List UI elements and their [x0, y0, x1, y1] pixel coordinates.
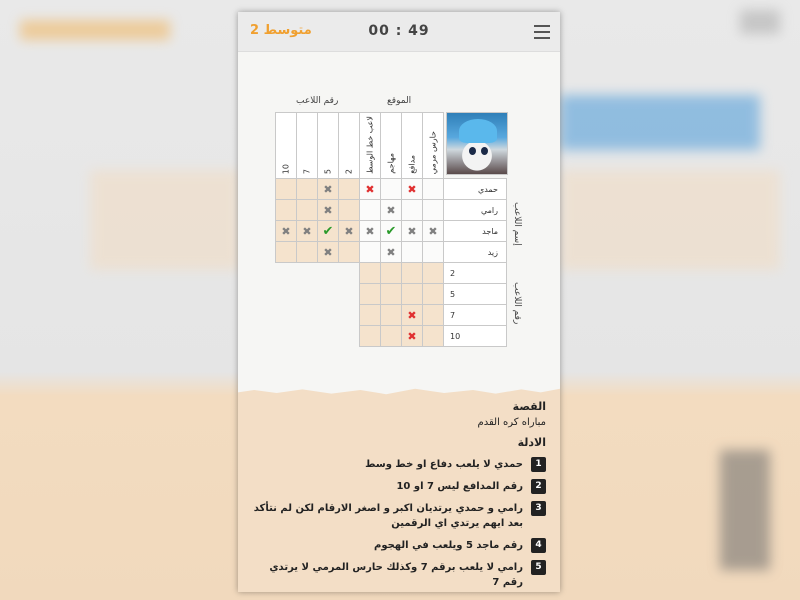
- grid-cell[interactable]: [275, 199, 297, 221]
- row-label: حمدي: [443, 178, 507, 200]
- background-blur: [20, 20, 170, 40]
- grid-cell[interactable]: ✖: [380, 241, 402, 263]
- grid-cell[interactable]: [422, 325, 444, 347]
- background-blur: [90, 170, 240, 270]
- grid-cell[interactable]: [380, 325, 402, 347]
- grid-cell[interactable]: [422, 304, 444, 326]
- numbers-group-label: رقم اللاعب: [512, 282, 522, 325]
- grid-cell[interactable]: [296, 199, 318, 221]
- column-header: 5: [317, 112, 339, 179]
- row-label: رامي: [443, 199, 507, 221]
- grid-cell[interactable]: [359, 325, 381, 347]
- grid-cell[interactable]: ✖: [422, 220, 444, 242]
- grid-cell[interactable]: [380, 304, 402, 326]
- grid-cell[interactable]: ✖: [317, 241, 339, 263]
- timer: 00 : 49: [368, 23, 430, 39]
- clue-text: رامي لا يلعب برقم 7 وكذلك حارس المرمي لا…: [269, 562, 523, 588]
- grid-cell[interactable]: [401, 262, 423, 284]
- row-label: 7: [443, 304, 507, 326]
- grid-cell[interactable]: ✖: [317, 199, 339, 221]
- row-label: 10: [443, 325, 507, 347]
- grid-cell[interactable]: ✔: [380, 220, 402, 242]
- grid-cell[interactable]: [359, 241, 381, 263]
- grid-cell[interactable]: [359, 283, 381, 305]
- column-header: 2: [338, 112, 360, 179]
- clue-text: حمدي لا يلعب دفاع او خط وسط: [365, 459, 523, 470]
- clue-number: 2: [531, 479, 546, 494]
- grid-cell[interactable]: [380, 262, 402, 284]
- grid-cell[interactable]: ✖: [401, 178, 423, 200]
- clue-item: 4 رقم ماجد 5 ويلعب في الهجوم: [250, 538, 546, 553]
- story-panel: القصة مباراه كره القدم الادلة 1 حمدي لا …: [238, 388, 560, 592]
- background-blur: [560, 95, 760, 150]
- grid-cell[interactable]: [359, 262, 381, 284]
- grid-cell[interactable]: [401, 199, 423, 221]
- column-header: حارس مرمي: [422, 112, 444, 179]
- row-label: 2: [443, 262, 507, 284]
- column-header: لاعب خط الوسط: [359, 112, 381, 179]
- grid-cell[interactable]: ✖: [401, 325, 423, 347]
- top-bar: متوسط 2 00 : 49: [238, 12, 560, 52]
- clue-item: 2 رقم المدافع ليس 7 او 10: [250, 479, 546, 494]
- row-label: زيد: [443, 241, 507, 263]
- row-label: ماجد: [443, 220, 507, 242]
- clues-heading: الادلة: [517, 436, 546, 449]
- grid-cell[interactable]: ✔: [317, 220, 339, 242]
- names-group-label: إسم اللاعب: [512, 202, 522, 246]
- column-header: مدافع: [401, 112, 423, 179]
- clue-text: رامي و حمدي يرتديان اكبر و اصغر الارقام …: [253, 503, 523, 529]
- grid-cell[interactable]: [296, 178, 318, 200]
- row-label: 5: [443, 283, 507, 305]
- grid-cell[interactable]: [338, 241, 360, 263]
- clue-number: 4: [531, 538, 546, 553]
- grid-cell[interactable]: ✖: [338, 220, 360, 242]
- grid-cell[interactable]: ✖: [401, 220, 423, 242]
- grid-cell[interactable]: [422, 199, 444, 221]
- grid-cell[interactable]: [422, 262, 444, 284]
- column-header: 10: [275, 112, 297, 179]
- menu-icon[interactable]: [534, 25, 550, 39]
- clue-number: 5: [531, 560, 546, 575]
- grid-cell[interactable]: [338, 178, 360, 200]
- grid-cell[interactable]: [422, 241, 444, 263]
- grid-cell[interactable]: ✖: [317, 178, 339, 200]
- clue-number: 3: [531, 501, 546, 516]
- clue-item: 3 رامي و حمدي يرتديان اكبر و اصغر الارقا…: [250, 501, 546, 531]
- column-header: 7: [296, 112, 318, 179]
- grid-cell[interactable]: [401, 283, 423, 305]
- logic-grid: 10 7 5 2 لاعب خط الوسط مهاجم مدافع حارس …: [275, 112, 507, 347]
- grid-cell[interactable]: [296, 241, 318, 263]
- number-group-header: رقم اللاعب: [296, 96, 339, 106]
- grid-cell[interactable]: [359, 304, 381, 326]
- grid-cell[interactable]: [275, 178, 297, 200]
- clue-item: 5 رامي لا يلعب برقم 7 وكذلك حارس المرمي …: [250, 560, 546, 590]
- grid-cell[interactable]: [338, 199, 360, 221]
- grid-cell[interactable]: ✖: [401, 304, 423, 326]
- clue-number: 1: [531, 457, 546, 472]
- grid-cell[interactable]: ✖: [275, 220, 297, 242]
- clue-item: 1 حمدي لا يلعب دفاع او خط وسط: [250, 457, 546, 472]
- grid-cell[interactable]: ✖: [359, 220, 381, 242]
- grid-cell[interactable]: [275, 241, 297, 263]
- grid-cell[interactable]: [422, 283, 444, 305]
- grid-cell[interactable]: ✖: [359, 178, 381, 200]
- column-header: مهاجم: [380, 112, 402, 179]
- grid-cell[interactable]: ✖: [380, 199, 402, 221]
- clue-text: رقم المدافع ليس 7 او 10: [396, 481, 523, 492]
- background-blur: [560, 170, 780, 270]
- grid-cell[interactable]: [359, 199, 381, 221]
- story-heading: القصة: [512, 400, 546, 413]
- background-blur: [740, 10, 780, 34]
- grid-cell[interactable]: [401, 241, 423, 263]
- game-window: متوسط 2 00 : 49 الموقع رقم اللاعب إسم ال…: [238, 12, 560, 592]
- grid-cell[interactable]: [422, 178, 444, 200]
- grid-cell[interactable]: ✖: [296, 220, 318, 242]
- story-text: مباراه كره القدم: [477, 417, 546, 428]
- position-group-header: الموقع: [387, 96, 412, 106]
- grid-cell[interactable]: [380, 178, 402, 200]
- background-blur: [720, 450, 770, 570]
- grid-cell[interactable]: [380, 283, 402, 305]
- clue-text: رقم ماجد 5 ويلعب في الهجوم: [374, 540, 523, 551]
